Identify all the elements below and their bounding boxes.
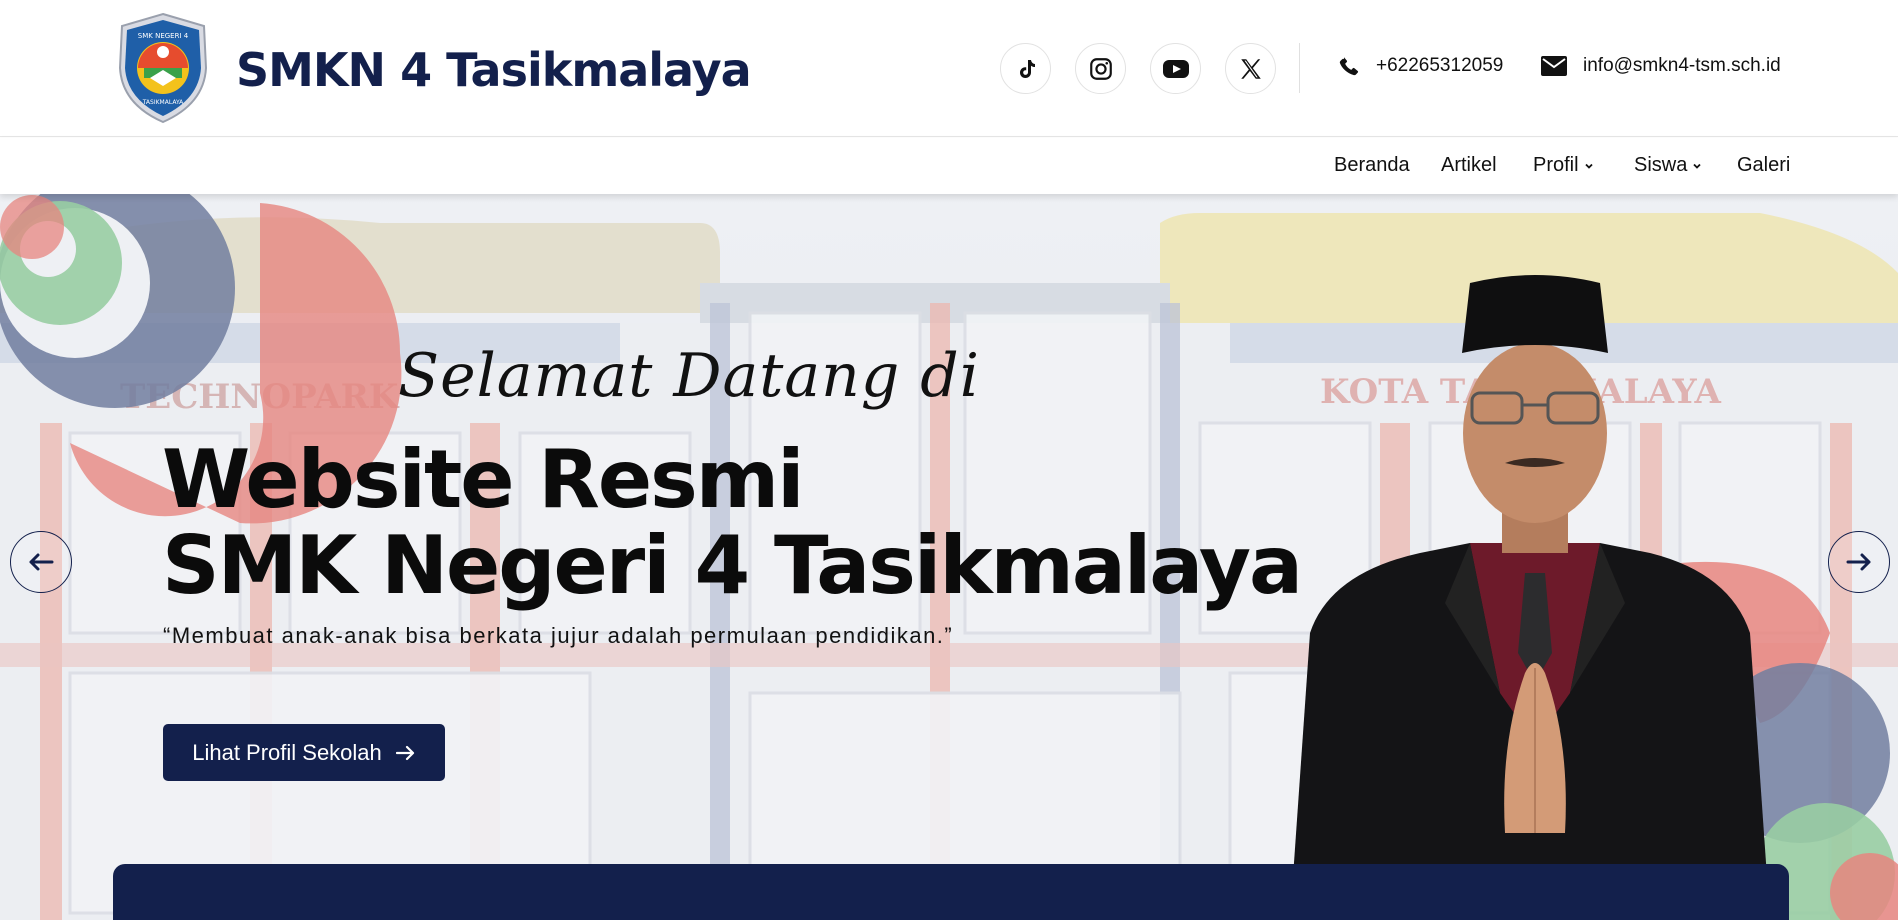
nav-item-profil[interactable]: Profil: [1533, 154, 1595, 177]
hero-welcome-text: Selamat Datang di: [398, 341, 980, 411]
hero-carousel: TECHNOPARK KOTA TASIKMALAYA: [0, 193, 1898, 920]
nav-label: Siswa: [1634, 154, 1688, 176]
view-school-profile-button[interactable]: Lihat Profil Sekolah: [163, 724, 445, 781]
tiktok-icon: [1019, 59, 1035, 78]
nav-item-galeri[interactable]: Galeri: [1737, 154, 1790, 177]
arrow-right-icon: [395, 745, 414, 760]
nav-label: Galeri: [1737, 154, 1791, 176]
nav-item-siswa[interactable]: Siswa: [1634, 154, 1703, 177]
logo-text-bottom: TASIKMALAYA: [142, 99, 184, 106]
chevron-down-icon: [1584, 163, 1593, 169]
hero-headline: Website Resmi SMK Negeri 4 Tasikmalaya: [162, 433, 1303, 612]
site-header: SMK NEGERI 4 TASIKMALAYA SMKN 4 Tasikmal…: [0, 0, 1898, 137]
email-icon: [1541, 56, 1567, 76]
nav-item-artikel[interactable]: Artikel: [1441, 154, 1497, 177]
info-panel: [113, 864, 1789, 920]
header-divider: [1299, 43, 1300, 93]
x-twitter-button[interactable]: [1225, 43, 1276, 94]
nav-label: Beranda: [1334, 154, 1410, 176]
arrow-left-icon: [29, 553, 54, 571]
email-address: info@smkn4-tsm.sch.id: [1583, 55, 1781, 76]
nav-item-beranda[interactable]: Beranda: [1334, 154, 1410, 177]
phone-icon: [1339, 57, 1359, 76]
principal-photo: [1290, 275, 1770, 920]
nav-label: Profil: [1533, 154, 1579, 176]
hero-headline-line1: Website Resmi: [162, 433, 805, 526]
carousel-next-button[interactable]: [1828, 531, 1890, 593]
phone-contact[interactable]: +62265312059: [1338, 55, 1503, 77]
logo-text-top: SMK NEGERI 4: [138, 32, 189, 40]
carousel-prev-button[interactable]: [10, 531, 72, 593]
x-twitter-icon: [1240, 58, 1261, 79]
main-nav: Beranda Artikel Profil Siswa Galeri: [0, 138, 1898, 194]
site-title[interactable]: SMKN 4 Tasikmalaya: [236, 38, 752, 102]
instagram-button[interactable]: [1075, 43, 1126, 94]
hero-headline-line2: SMK Negeri 4 Tasikmalaya: [162, 519, 1303, 612]
instagram-icon: [1089, 57, 1112, 80]
youtube-button[interactable]: [1150, 43, 1201, 94]
hero-quote: “Membuat anak-anak bisa berkata jujur ad…: [163, 623, 954, 648]
arrow-right-icon: [1846, 553, 1871, 571]
chevron-down-icon: [1693, 163, 1701, 169]
nav-label: Artikel: [1441, 154, 1497, 176]
youtube-icon: [1162, 59, 1189, 78]
cta-label: Lihat Profil Sekolah: [192, 739, 382, 765]
email-contact[interactable]: info@smkn4-tsm.sch.id: [1541, 55, 1781, 77]
school-logo[interactable]: SMK NEGERI 4 TASIKMALAYA: [116, 12, 210, 124]
tiktok-button[interactable]: [1000, 43, 1051, 94]
phone-number: +62265312059: [1376, 55, 1504, 76]
